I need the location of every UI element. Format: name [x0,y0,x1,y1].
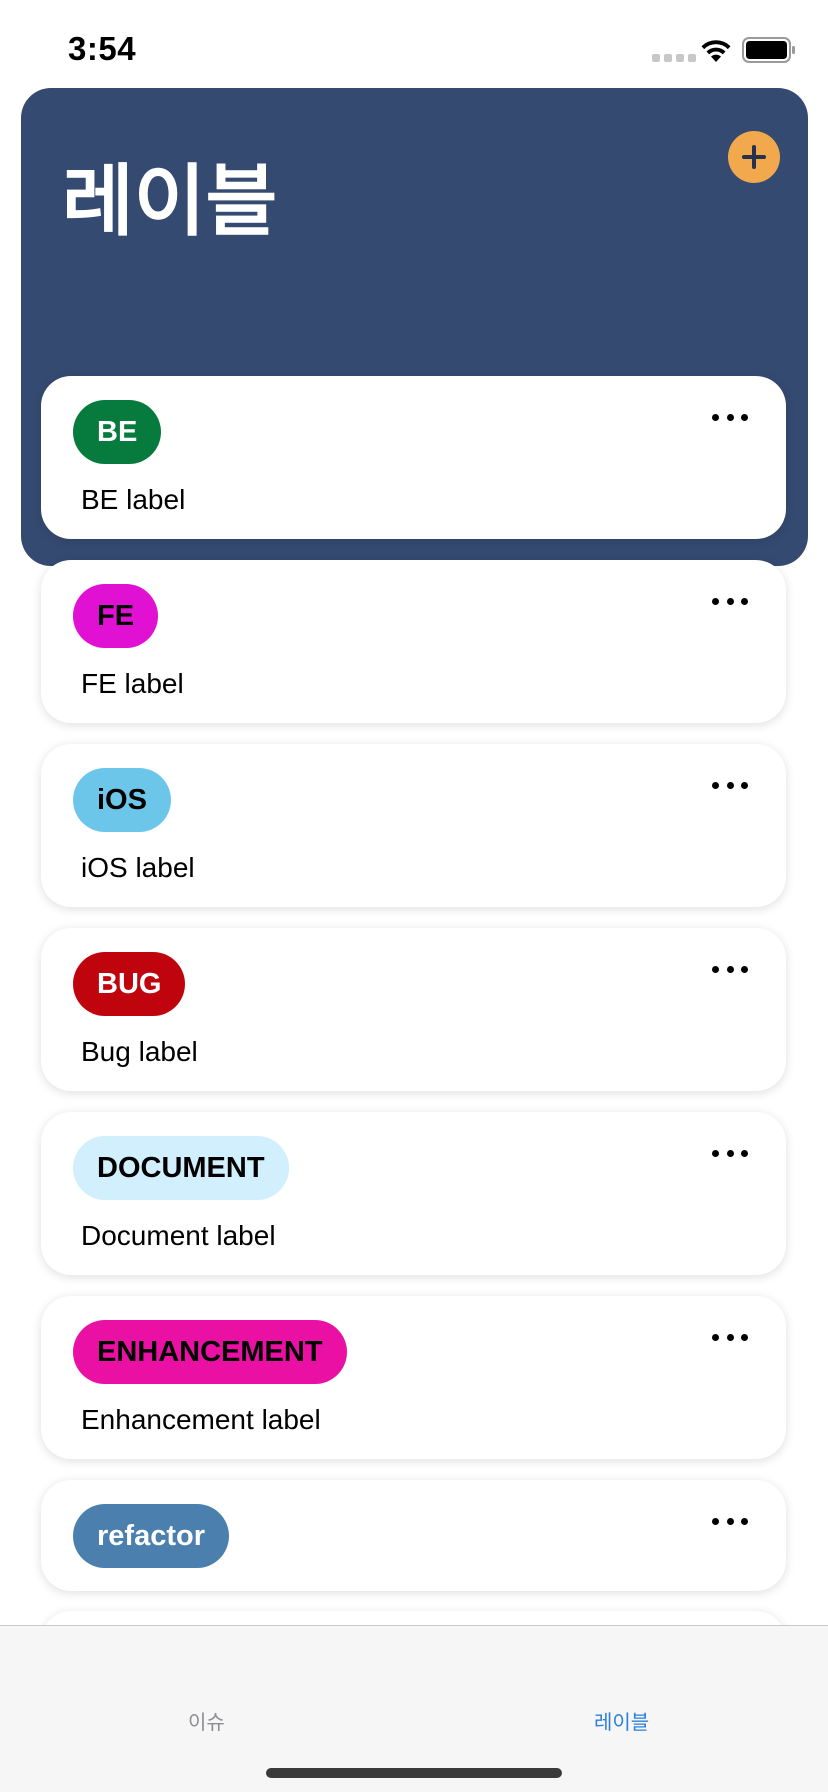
label-tag: BE [73,400,162,464]
label-description: FE label [81,668,184,699]
home-indicator [266,1768,562,1778]
more-options-button[interactable] [712,1148,748,1158]
more-options-button[interactable] [712,964,748,974]
label-tag: iOS [73,768,171,832]
label-description: iOS label [81,852,195,883]
status-time: 3:54 [68,30,137,67]
cellular-signal-icon [652,54,696,62]
label-description: Document label [81,1220,276,1251]
battery-icon [742,37,795,63]
label-card[interactable]: iOS iOS label [41,744,786,907]
more-options-button[interactable] [712,1332,748,1342]
label-card[interactable]: BE BE label [41,376,786,539]
screen: 3:54 레이블 BE BE label FE FE label iOS iOS… [0,0,828,1792]
more-options-button[interactable] [712,1516,748,1526]
label-card[interactable]: refactor [41,1480,786,1591]
page-title: 레이블 [62,157,278,245]
label-tag: FE [73,584,159,648]
label-card[interactable]: FE FE label [41,560,786,723]
label-tag: ENHANCEMENT [73,1320,347,1384]
more-options-button[interactable] [712,780,748,790]
more-options-button[interactable] [712,412,748,422]
label-card[interactable]: ENHANCEMENT Enhancement label [41,1296,786,1459]
label-tag: refactor [73,1504,229,1568]
label-description: Enhancement label [81,1404,321,1435]
wifi-icon [701,40,731,62]
label-description: BE label [81,484,186,515]
label-description: Bug label [81,1036,198,1067]
label-card[interactable]: DOCUMENT Document label [41,1112,786,1275]
more-options-button[interactable] [712,596,748,606]
label-tag: BUG [73,952,186,1016]
label-card[interactable]: BUG Bug label [41,928,786,1091]
tab-issues[interactable]: 이슈 [188,1706,225,1735]
tab-bar: 이슈 레이블 [0,1625,828,1792]
tab-labels[interactable]: 레이블 [594,1706,649,1735]
label-tag: DOCUMENT [73,1136,289,1200]
add-label-button[interactable] [728,131,780,183]
plus-icon [742,145,766,169]
